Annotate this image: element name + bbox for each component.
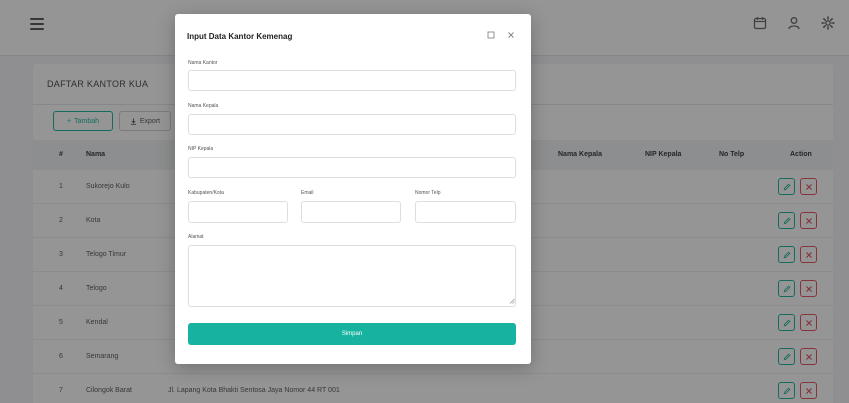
- kabupaten-label: Kabupaten/Kota: [188, 190, 224, 196]
- nama-kantor-input[interactable]: [188, 70, 516, 91]
- modal-title: Input Data Kantor Kemenag: [187, 32, 293, 41]
- nama-kepala-label: Nama Kepala: [188, 103, 219, 109]
- email-input[interactable]: [301, 201, 401, 223]
- maximize-icon[interactable]: [485, 29, 497, 41]
- nama-kantor-label: Nama Kantor: [188, 60, 218, 66]
- resize-handle-icon[interactable]: [509, 298, 515, 304]
- nip-kepala-input[interactable]: [188, 157, 516, 178]
- nip-kepala-label: NIP Kepala: [188, 146, 214, 152]
- nomor-telp-input[interactable]: [415, 201, 516, 223]
- save-button[interactable]: Simpan: [188, 323, 516, 345]
- alamat-label: Alamat: [188, 234, 204, 240]
- kabupaten-input[interactable]: [188, 201, 288, 223]
- nomor-telp-label: Nomor Telp: [415, 190, 441, 196]
- nama-kepala-input[interactable]: [188, 114, 516, 135]
- alamat-textarea[interactable]: [188, 245, 516, 307]
- input-kantor-modal: Input Data Kantor Kemenag Nama Kantor Na…: [175, 14, 531, 364]
- close-icon[interactable]: [505, 29, 517, 41]
- email-label: Email: [301, 190, 314, 196]
- modal-controls: [485, 29, 517, 41]
